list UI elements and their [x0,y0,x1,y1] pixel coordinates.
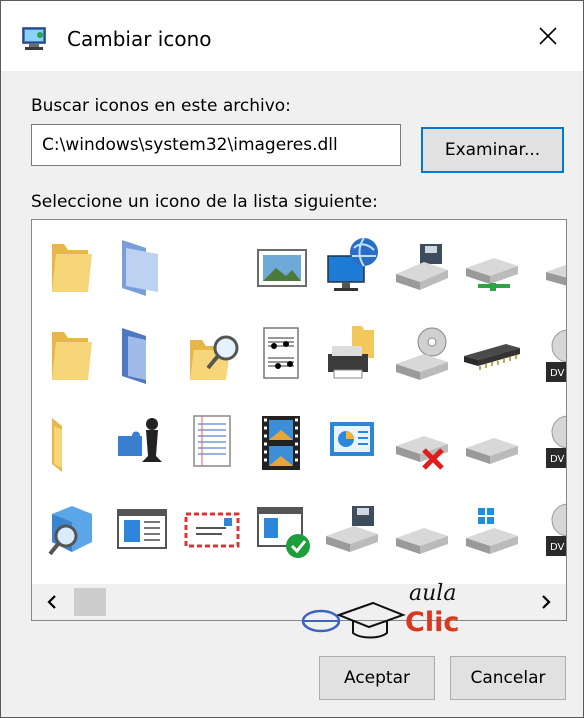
close-icon [539,27,557,45]
icon-cell[interactable] [106,230,176,300]
dialog-title: Cambiar icono [67,27,212,51]
icon-cell[interactable]: DV [526,494,566,564]
windows-drive-icon [466,508,518,554]
icon-grid: DV DV DV [32,220,566,580]
film-strip-icon [262,416,300,470]
file-label: Buscar iconos en este archivo: [31,96,291,116]
cancel-button[interactable]: Cancelar [450,656,566,700]
computer-monitor-icon [22,27,46,50]
browse-button[interactable]: Examinar... [421,127,564,173]
scroll-right-button[interactable] [528,584,564,620]
icon-cell[interactable] [316,494,386,564]
mouse-graduation-cap-icon [301,601,406,639]
network-drive-icon [466,258,518,291]
icon-cell[interactable] [106,494,176,564]
watermark-logo: aula Clic [299,581,469,643]
picture-frame-icon [257,249,307,287]
icon-cell[interactable] [316,230,386,300]
icon-cell[interactable] [246,230,316,300]
icon-cell[interactable] [246,318,316,388]
folder-icon [52,332,92,380]
drive-error-icon [396,436,448,470]
icon-cell[interactable] [456,318,526,388]
drive-icon [396,528,448,554]
icon-cell[interactable] [386,406,456,476]
icon-cell[interactable] [526,230,566,300]
svg-text:DV: DV [550,368,565,379]
close-button[interactable] [513,1,583,71]
notepad-icon [193,415,231,467]
cd-drive-icon [396,327,448,380]
floppy-drive-icon [326,506,378,552]
icon-cell[interactable] [176,406,246,476]
change-icon-dialog: Cambiar icono Buscar iconos en este arch… [0,0,584,718]
icon-cell[interactable] [176,230,246,300]
icon-cell[interactable] [456,230,526,300]
accept-button[interactable]: Aceptar [319,656,435,700]
window-app-icon [117,509,167,549]
icon-cell[interactable] [456,494,526,564]
icon-cell[interactable] [106,406,176,476]
drive-icon [466,438,518,464]
folder-open-blue-icon [122,240,158,296]
search-cube-icon [48,506,92,556]
icon-cell[interactable] [456,406,526,476]
svg-text:DV: DV [550,454,565,465]
icon-cell[interactable] [316,406,386,476]
drive-icon [546,264,566,286]
icon-cell[interactable]: DV [526,406,566,476]
scrollbar-thumb[interactable] [74,588,106,616]
title-bar: Cambiar icono [1,1,583,71]
folder-icon [52,244,92,292]
icon-cell[interactable] [386,494,456,564]
icon-cell[interactable] [106,318,176,388]
mail-envelope-icon [184,512,240,548]
icon-cell[interactable] [246,406,316,476]
memory-chip-icon [464,344,520,370]
icon-cell[interactable] [316,318,386,388]
icon-cell[interactable] [386,318,456,388]
watermark-aula-text: aula [409,581,457,606]
svg-text:DV: DV [550,542,565,553]
network-globe-monitor-icon [327,237,378,291]
music-sheet-icon [263,327,299,379]
icon-cell[interactable] [386,230,456,300]
icon-list-label: Seleccione un icono de la lista siguient… [31,192,378,212]
icon-cell[interactable] [36,494,106,564]
folder-icon [52,418,62,472]
folder-search-icon [190,335,239,380]
printer-folder-icon [328,326,374,379]
file-path-field[interactable]: C:\windows\system32\imageres.dll [31,124,401,166]
icon-cell[interactable] [176,494,246,564]
icon-list[interactable]: DV DV DV [31,219,567,621]
dvd-drive-icon: DV [546,503,566,556]
folder-open-blue-icon [122,328,146,384]
blank-icon [176,230,246,300]
watermark-clic-text: Clic [405,607,460,638]
control-panel-icon [330,422,374,456]
dvd-drive-icon: DV [546,415,566,468]
icon-cell[interactable]: DV [526,318,566,388]
scroll-left-button[interactable] [34,584,70,620]
window-check-icon [257,507,310,558]
icon-cell[interactable] [246,494,316,564]
icon-cell[interactable] [176,318,246,388]
chevron-right-icon [542,595,551,609]
dvd-drive-icon: DV [546,329,566,382]
icon-cell[interactable] [36,406,106,476]
chevron-left-icon [47,595,56,609]
icon-cell[interactable] [36,318,106,388]
floppy-drive-icon [396,244,448,290]
puzzle-chess-icon [118,418,162,462]
icon-cell[interactable] [36,230,106,300]
